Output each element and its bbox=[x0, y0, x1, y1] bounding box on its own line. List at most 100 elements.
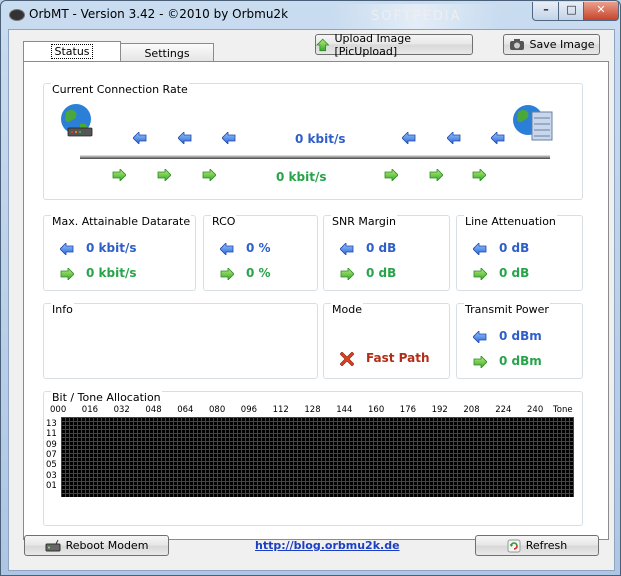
maximize-icon: □ bbox=[566, 3, 577, 16]
mode-group: Mode Fast Path bbox=[323, 303, 450, 379]
attenuation-up-value: 0 dB bbox=[499, 266, 530, 280]
arrow-left-icon bbox=[447, 132, 461, 144]
group-title: Info bbox=[51, 303, 74, 316]
attenuation-down-value: 0 dB bbox=[499, 241, 530, 255]
blog-link[interactable]: http://blog.orbmu2k.de bbox=[255, 539, 400, 552]
arrow-left-icon bbox=[491, 132, 505, 144]
down-rate-value: 0 kbit/s bbox=[295, 132, 346, 146]
bit-tick-label: 07 bbox=[46, 449, 57, 460]
info-group: Info bbox=[43, 303, 318, 379]
tone-tick-label: 208 bbox=[463, 405, 480, 415]
tone-tick-label: 144 bbox=[336, 405, 353, 415]
watermark: SOFTPEDIA bbox=[331, 4, 501, 30]
arrow-left-icon bbox=[178, 132, 192, 144]
arrow-right-icon bbox=[429, 169, 443, 181]
group-title: Current Connection Rate bbox=[51, 83, 189, 96]
rco-down-value: 0 % bbox=[246, 241, 271, 255]
bit-tick-label: 09 bbox=[46, 439, 57, 450]
up-rate-value: 0 kbit/s bbox=[276, 170, 327, 184]
upload-arrow-icon bbox=[316, 38, 330, 51]
arrow-left-icon bbox=[340, 243, 354, 255]
tone-tick-label: 112 bbox=[272, 405, 289, 415]
modem-globe-icon bbox=[61, 104, 93, 137]
max-up-value: 0 kbit/s bbox=[86, 266, 137, 280]
arrow-right-icon bbox=[202, 169, 216, 181]
modem-icon bbox=[45, 539, 61, 551]
snr-margin-group: SNR Margin 0 dB 0 dB bbox=[323, 215, 450, 291]
minimize-button[interactable]: – bbox=[532, 2, 560, 21]
bit-tick-label: 11 bbox=[46, 429, 57, 440]
tone-tick-label: 240 bbox=[527, 405, 544, 415]
bit-tick-label: 05 bbox=[46, 460, 57, 471]
tone-tick-label: 192 bbox=[431, 405, 448, 415]
arrow-left-icon bbox=[473, 331, 487, 343]
group-title: SNR Margin bbox=[331, 215, 397, 228]
refresh-button[interactable]: Refresh bbox=[475, 535, 599, 556]
group-title: Max. Attainable Datarate bbox=[51, 215, 192, 228]
arrow-right-icon bbox=[112, 169, 126, 181]
server-globe-icon bbox=[513, 105, 553, 141]
bit-tick-label: 03 bbox=[46, 470, 57, 481]
window-title: OrbMT - Version 3.42 - ©2010 by Orbmu2k bbox=[29, 7, 289, 21]
connection-rate-group: Current Connection Rate 0 kbit/s 0 kbit/… bbox=[43, 83, 583, 200]
max-down-value: 0 kbit/s bbox=[86, 241, 137, 255]
tone-tick-label: 064 bbox=[177, 405, 194, 415]
bit-axis: 13 11 09 07 05 03 01 bbox=[46, 419, 62, 499]
tone-tick-label: 080 bbox=[209, 405, 226, 415]
status-page: Current Connection Rate 0 kbit/s 0 kbit/… bbox=[23, 61, 609, 540]
save-image-button[interactable]: Save Image bbox=[503, 34, 600, 55]
tone-axis-unit: Tone bbox=[553, 405, 573, 415]
arrow-right-icon bbox=[473, 356, 487, 368]
refresh-icon bbox=[507, 539, 521, 552]
tone-tick-label: 160 bbox=[368, 405, 385, 415]
tab-status[interactable]: Status bbox=[23, 41, 121, 63]
title-bar[interactable]: OrbMT - Version 3.42 - ©2010 by Orbmu2k … bbox=[1, 1, 620, 30]
tone-tick-label: 048 bbox=[145, 405, 162, 415]
arrow-right-icon bbox=[220, 268, 234, 280]
rco-group: RCO 0 % 0 % bbox=[203, 215, 318, 291]
power-down-value: 0 dBm bbox=[499, 329, 542, 343]
group-title: RCO bbox=[211, 215, 237, 228]
upload-image-button[interactable]: Upload Image [PicUpload] bbox=[315, 32, 473, 58]
minimize-icon: – bbox=[543, 3, 549, 16]
snr-up-value: 0 dB bbox=[366, 266, 397, 280]
arrow-left-icon bbox=[402, 132, 416, 144]
tone-tick-label: 016 bbox=[81, 405, 99, 415]
arrow-left-icon bbox=[133, 132, 147, 144]
red-x-icon bbox=[340, 352, 354, 366]
transmit-power-group: Transmit Power 0 dBm 0 dBm bbox=[456, 303, 583, 379]
arrow-left-icon bbox=[473, 243, 487, 255]
group-title: Mode bbox=[331, 303, 363, 316]
bit-tone-plot bbox=[61, 417, 574, 497]
rco-up-value: 0 % bbox=[246, 266, 271, 280]
bit-tone-group: Bit / Tone Allocation 000 016 032 048 064 080… bbox=[43, 391, 583, 526]
app-icon bbox=[9, 9, 25, 21]
tone-tick-label: 128 bbox=[304, 405, 321, 415]
close-button[interactable]: ✕ bbox=[583, 2, 619, 21]
connection-line bbox=[80, 155, 550, 159]
tone-tick-label: 000 bbox=[50, 405, 67, 415]
tone-tick-label: 096 bbox=[240, 405, 258, 415]
arrow-left-icon bbox=[222, 132, 236, 144]
arrow-right-icon bbox=[473, 268, 487, 280]
arrow-right-icon bbox=[384, 169, 398, 181]
arrow-right-icon bbox=[340, 268, 354, 280]
tone-tick-label: 032 bbox=[113, 405, 130, 415]
client-area: Status Settings Upload Image [PicUpload]… bbox=[8, 29, 615, 571]
line-attenuation-group: Line Attenuation 0 dB 0 dB bbox=[456, 215, 583, 291]
arrow-right-icon bbox=[472, 169, 486, 181]
mode-value: Fast Path bbox=[366, 351, 430, 365]
group-title: Bit / Tone Allocation bbox=[51, 391, 162, 404]
camera-icon bbox=[509, 39, 524, 50]
tab-settings[interactable]: Settings bbox=[120, 43, 214, 63]
maximize-button[interactable]: □ bbox=[558, 2, 585, 21]
arrow-right-icon bbox=[60, 268, 74, 280]
group-title: Transmit Power bbox=[464, 303, 550, 316]
group-title: Line Attenuation bbox=[464, 215, 557, 228]
close-icon: ✕ bbox=[596, 3, 606, 16]
snr-down-value: 0 dB bbox=[366, 241, 397, 255]
max-datarate-group: Max. Attainable Datarate 0 kbit/s 0 kbit… bbox=[43, 215, 196, 291]
arrow-left-icon bbox=[60, 243, 74, 255]
arrow-right-icon bbox=[157, 169, 171, 181]
reboot-modem-button[interactable]: Reboot Modem bbox=[24, 535, 169, 556]
